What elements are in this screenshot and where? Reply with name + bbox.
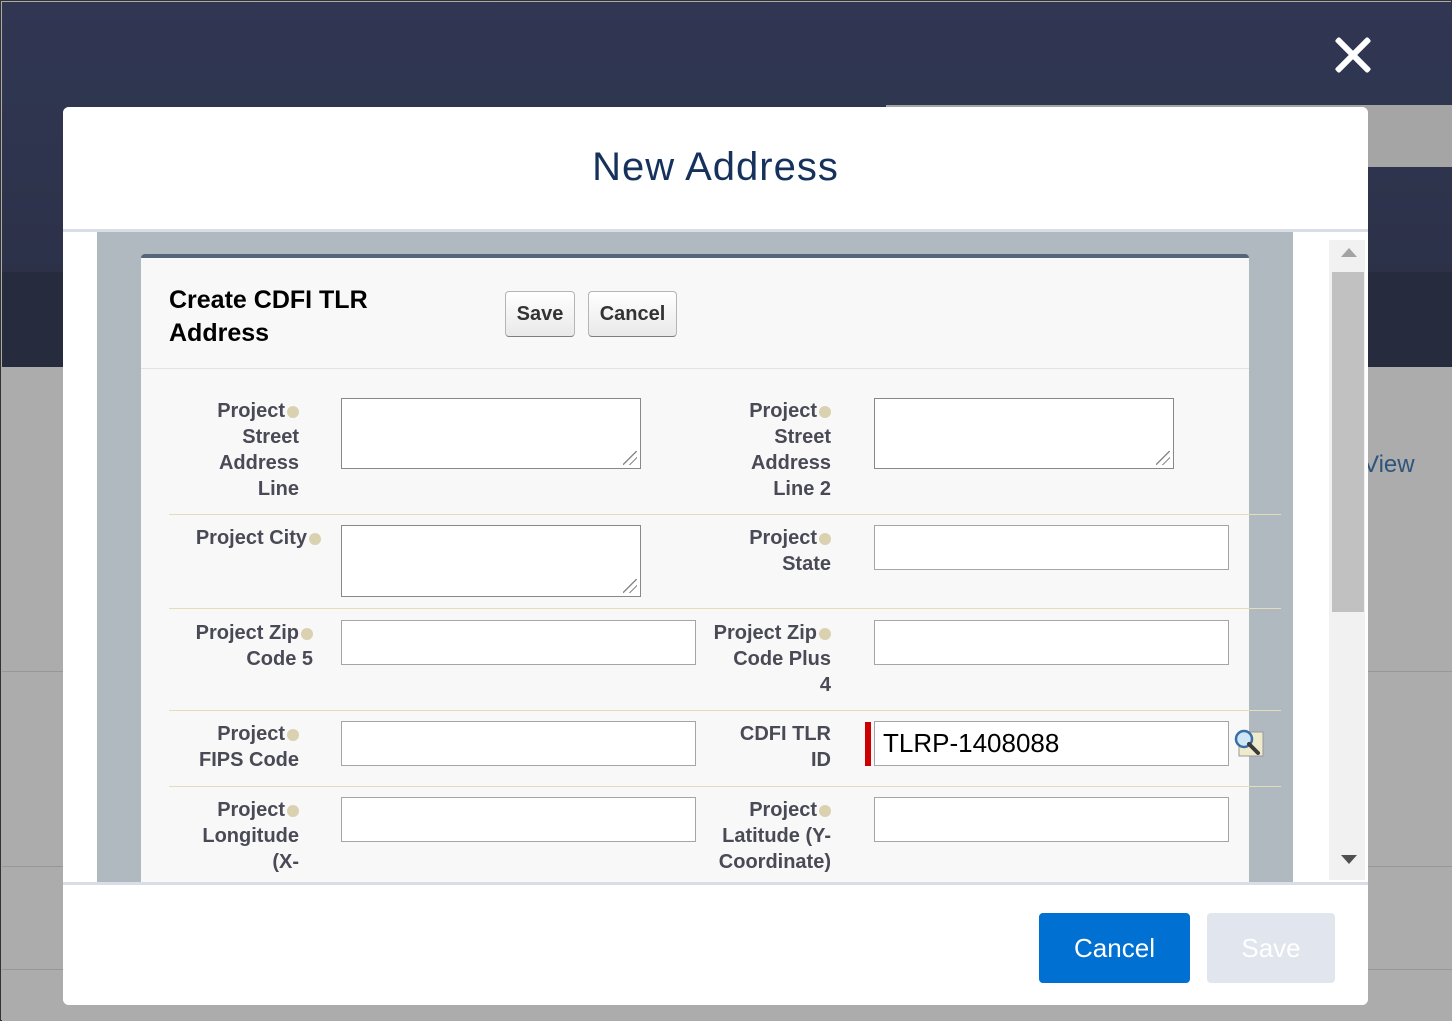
resize-grip-icon[interactable] xyxy=(623,451,637,465)
zip-code-plus-4-label: Project Zip Code Plus 4 xyxy=(713,622,831,696)
state-label: Project State xyxy=(749,527,831,575)
help-icon[interactable] xyxy=(287,805,299,817)
new-address-modal: New Address Create CDFI TLR Address Save… xyxy=(63,107,1368,1005)
fips-code-label: Project FIPS Code xyxy=(198,723,299,771)
create-address-page-block: Create CDFI TLR Address Save Cancel Proj… xyxy=(141,254,1281,882)
row-divider xyxy=(169,786,1281,787)
state-input[interactable] xyxy=(874,525,1229,570)
save-button[interactable]: Save xyxy=(1207,913,1335,983)
modal-body: Create CDFI TLR Address Save Cancel Proj… xyxy=(63,232,1368,882)
street-address-line-label: Project Street Address Line xyxy=(217,400,299,500)
help-icon[interactable] xyxy=(819,406,831,418)
latitude-input[interactable] xyxy=(874,797,1229,842)
latitude-label: Project Latitude (Y- Coordinate) xyxy=(718,799,831,873)
modal-title: New Address xyxy=(592,145,839,189)
field-label-text: Project xyxy=(217,400,285,422)
street-address-line-2-label: Project Street Address Line 2 xyxy=(749,400,831,500)
fips-code-input[interactable] xyxy=(341,721,696,766)
zip-code-5-label: Project Zip Code 5 xyxy=(195,622,313,670)
help-icon[interactable] xyxy=(819,628,831,640)
resize-grip-icon[interactable] xyxy=(1156,451,1170,465)
city-label: Project City xyxy=(161,525,321,551)
modal-footer: Cancel Save xyxy=(63,882,1368,1005)
help-icon[interactable] xyxy=(819,533,831,545)
zip-code-5-input[interactable] xyxy=(341,620,696,665)
cdfi-tlr-id-label: CDFI TLR ID xyxy=(739,723,831,771)
city-input[interactable] xyxy=(341,525,641,597)
modal-scrollbar[interactable] xyxy=(1329,240,1365,880)
row-divider xyxy=(169,608,1281,609)
longitude-label: Project Longitude (X- xyxy=(202,799,299,873)
help-icon[interactable] xyxy=(287,406,299,418)
longitude-input[interactable] xyxy=(341,797,696,842)
street-address-line-input[interactable] xyxy=(341,398,641,469)
lookup-search-icon[interactable] xyxy=(1231,726,1265,760)
close-modal-icon[interactable] xyxy=(1328,30,1378,80)
cancel-button[interactable]: Cancel xyxy=(1039,913,1190,983)
form-save-button[interactable]: Save xyxy=(505,291,575,337)
scroll-up-arrow-icon[interactable] xyxy=(1341,248,1357,257)
street-address-line-2-input[interactable] xyxy=(874,398,1174,469)
cdfi-tlr-id-input[interactable]: TLRP-1408088 xyxy=(874,721,1229,766)
help-icon[interactable] xyxy=(819,805,831,817)
scroll-down-arrow-icon[interactable] xyxy=(1341,855,1357,864)
modal-header: New Address xyxy=(63,107,1368,232)
page-block-header: Create CDFI TLR Address Save Cancel xyxy=(141,258,1249,369)
form-cancel-button[interactable]: Cancel xyxy=(588,291,677,337)
zip-code-plus-4-input[interactable] xyxy=(874,620,1229,665)
help-icon[interactable] xyxy=(309,533,321,545)
resize-grip-icon[interactable] xyxy=(623,579,637,593)
form-title: Create CDFI TLR Address xyxy=(169,286,368,347)
required-marker xyxy=(865,722,871,766)
row-divider xyxy=(169,514,1281,515)
row-divider xyxy=(169,710,1281,711)
help-icon[interactable] xyxy=(287,729,299,741)
scrollbar-thumb[interactable] xyxy=(1332,272,1364,612)
help-icon[interactable] xyxy=(301,628,313,640)
embedded-form-frame: Create CDFI TLR Address Save Cancel Proj… xyxy=(97,232,1293,882)
